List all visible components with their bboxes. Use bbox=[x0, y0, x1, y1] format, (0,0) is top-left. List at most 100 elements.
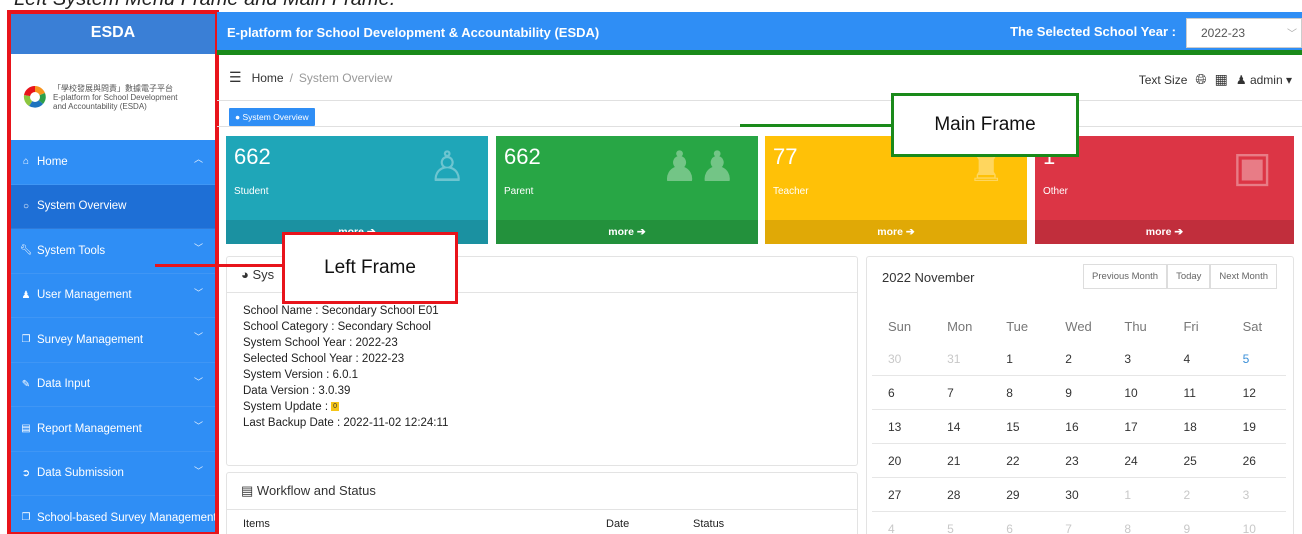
breadcrumb-home[interactable]: Home bbox=[252, 71, 284, 85]
calendar-day[interactable]: 15 bbox=[990, 420, 1049, 434]
calendar-day[interactable]: 18 bbox=[1167, 420, 1226, 434]
previous-month-button[interactable]: Previous Month bbox=[1083, 264, 1168, 289]
sidebar-item-data-input[interactable]: ✎ Data Input ﹀ bbox=[9, 363, 217, 407]
sidebar-menu: ⌂ Home ︿ ○ System Overview 🔧︎ System Tools ﹀ … bbox=[9, 140, 217, 534]
card-more-link[interactable]: more ➔ bbox=[765, 220, 1027, 244]
user-icon: ♟ bbox=[1235, 72, 1247, 87]
card-label: Student bbox=[234, 186, 269, 197]
calendar-day[interactable]: 17 bbox=[1108, 420, 1167, 434]
globe-icon[interactable]: 🌐︎ bbox=[1195, 71, 1206, 88]
calendar-day[interactable]: 21 bbox=[931, 454, 990, 468]
sidebar-item-user-management[interactable]: ♟ User Management ﹀ bbox=[9, 274, 217, 318]
pie-chart-icon: ◕ bbox=[241, 267, 249, 282]
card-parent: 662 Parent ♟♟ more ➔ bbox=[496, 136, 758, 244]
calendar-day[interactable]: 28 bbox=[931, 488, 990, 502]
chevron-up-icon: ︿ bbox=[193, 154, 203, 164]
calendar-day[interactable]: 2 bbox=[1049, 352, 1108, 366]
sidebar-item-label: Report Management bbox=[37, 422, 142, 435]
user-menu[interactable]: ♟ admin ▾ bbox=[1236, 73, 1292, 87]
calendar-day[interactable]: 27 bbox=[872, 488, 931, 502]
sidebar-item-school-based-survey[interactable]: ❐ School-based Survey Management bbox=[9, 496, 217, 534]
calendar-grid: Sun Mon Tue Wed Thu Fri Sat 30 31 1 2 3 … bbox=[872, 310, 1286, 534]
calendar-week: 27 28 29 30 1 2 3 bbox=[872, 478, 1286, 512]
sidebar-item-survey-management[interactable]: ❐ Survey Management ﹀ bbox=[9, 318, 217, 363]
tab-system-overview[interactable]: ● System Overview bbox=[229, 108, 315, 126]
calendar-day[interactable]: 24 bbox=[1108, 454, 1167, 468]
users-icon: ♟♟ bbox=[660, 143, 736, 190]
sidebar-item-report-management[interactable]: ▤ Report Management ﹀ bbox=[9, 407, 217, 452]
tab-label: System Overview bbox=[242, 112, 309, 122]
caret-down-icon: ▾ bbox=[1285, 72, 1292, 87]
calendar-day[interactable]: 5 bbox=[1227, 352, 1286, 366]
calendar-day[interactable]: 30 bbox=[872, 352, 931, 366]
contact-book-icon: ▣ bbox=[1232, 143, 1272, 190]
calendar-day[interactable]: 26 bbox=[1227, 454, 1286, 468]
user-icon: ♟ bbox=[21, 289, 31, 301]
column-items: Items bbox=[243, 518, 270, 530]
menu-toggle-icon[interactable]: ☰ bbox=[229, 69, 242, 86]
weekday-fri: Fri bbox=[1183, 318, 1199, 334]
calendar-day[interactable]: 8 bbox=[990, 386, 1049, 400]
update-count: 0 bbox=[333, 403, 337, 411]
calendar-day[interactable]: 4 bbox=[1167, 352, 1226, 366]
weekday-mon: Mon bbox=[947, 318, 973, 334]
calendar-day[interactable]: 9 bbox=[1049, 386, 1108, 400]
calendar-day[interactable]: 31 bbox=[931, 352, 990, 366]
weekday-thu: Thu bbox=[1124, 318, 1147, 334]
sidebar-item-system-overview[interactable]: ○ System Overview bbox=[9, 184, 217, 229]
calendar-day[interactable]: 10 bbox=[1108, 386, 1167, 400]
calendar-day[interactable]: 9 bbox=[1167, 522, 1226, 534]
calendar-day[interactable]: 16 bbox=[1049, 420, 1108, 434]
calendar-day[interactable]: 1 bbox=[1108, 488, 1167, 502]
calendar-day[interactable]: 4 bbox=[872, 522, 931, 534]
column-status: Status bbox=[693, 518, 725, 530]
calendar-day[interactable]: 3 bbox=[1108, 352, 1167, 366]
calendar-day[interactable]: 12 bbox=[1227, 386, 1286, 400]
today-button[interactable]: Today bbox=[1167, 264, 1211, 289]
info-school-category: School Category : Secondary School bbox=[243, 321, 431, 333]
arrow-circle-right-icon: ➔ bbox=[1174, 226, 1184, 238]
calendar-day[interactable]: 6 bbox=[990, 522, 1049, 534]
left-frame-callout: Left Frame bbox=[282, 232, 458, 304]
more-label: more bbox=[608, 226, 634, 238]
calendar-day[interactable]: 25 bbox=[1167, 454, 1226, 468]
calendar-day[interactable]: 7 bbox=[1049, 522, 1108, 534]
card-value: 662 bbox=[504, 144, 541, 169]
calendar-day[interactable]: 8 bbox=[1108, 522, 1167, 534]
calendar-day[interactable]: 6 bbox=[872, 386, 931, 400]
sidebar-item-home[interactable]: ⌂ Home ︿ bbox=[9, 140, 217, 185]
calendar-day[interactable]: 11 bbox=[1167, 386, 1226, 400]
calendar-day[interactable]: 7 bbox=[931, 386, 990, 400]
calendar-day[interactable]: 13 bbox=[872, 420, 931, 434]
next-month-button[interactable]: Next Month bbox=[1210, 264, 1277, 289]
info-system-version: System Version : 6.0.1 bbox=[243, 369, 359, 381]
panel-title: Sys bbox=[252, 267, 275, 282]
calendar-day[interactable]: 23 bbox=[1049, 454, 1108, 468]
workflow-title: Workflow and Status bbox=[256, 483, 376, 498]
calendar-day[interactable]: 14 bbox=[931, 420, 990, 434]
calendar-day[interactable]: 19 bbox=[1227, 420, 1286, 434]
screenshot-root: Left System Menu Frame and Main Frame. E… bbox=[0, 0, 1302, 534]
chevron-down-icon: ﹀ bbox=[1287, 29, 1297, 40]
text-size-button[interactable]: Text Size bbox=[1139, 73, 1188, 87]
calendar-day[interactable]: 22 bbox=[990, 454, 1049, 468]
info-system-school-year: System School Year : 2022-23 bbox=[243, 337, 398, 349]
school-year-select[interactable]: 2022-23 ﹀ bbox=[1186, 18, 1302, 48]
card-more-link[interactable]: more ➔ bbox=[1035, 220, 1294, 244]
workflow-columns: Items Date Status bbox=[243, 518, 724, 530]
calendar-day[interactable]: 1 bbox=[990, 352, 1049, 366]
calendar-day[interactable]: 29 bbox=[990, 488, 1049, 502]
calendar-day[interactable]: 20 bbox=[872, 454, 931, 468]
sidebar-item-data-submission[interactable]: ➲ Data Submission ﹀ bbox=[9, 452, 217, 496]
sidebar-logo[interactable]: 「學校發展與問責」數據電子平台 E-platform for School De… bbox=[9, 54, 217, 140]
update-badge[interactable]: 0 bbox=[331, 402, 340, 412]
calendar-day[interactable]: 10 bbox=[1227, 522, 1286, 534]
calendar-day[interactable]: 3 bbox=[1227, 488, 1286, 502]
apps-grid-icon[interactable]: ▦ bbox=[1215, 71, 1228, 88]
calendar-nav: Previous Month Today Next Month bbox=[1083, 264, 1277, 289]
calendar-day[interactable]: 5 bbox=[931, 522, 990, 534]
card-more-link[interactable]: more ➔ bbox=[496, 220, 758, 244]
calendar-day[interactable]: 2 bbox=[1167, 488, 1226, 502]
arrow-circle-right-icon: ➔ bbox=[636, 226, 646, 238]
calendar-day[interactable]: 30 bbox=[1049, 488, 1108, 502]
